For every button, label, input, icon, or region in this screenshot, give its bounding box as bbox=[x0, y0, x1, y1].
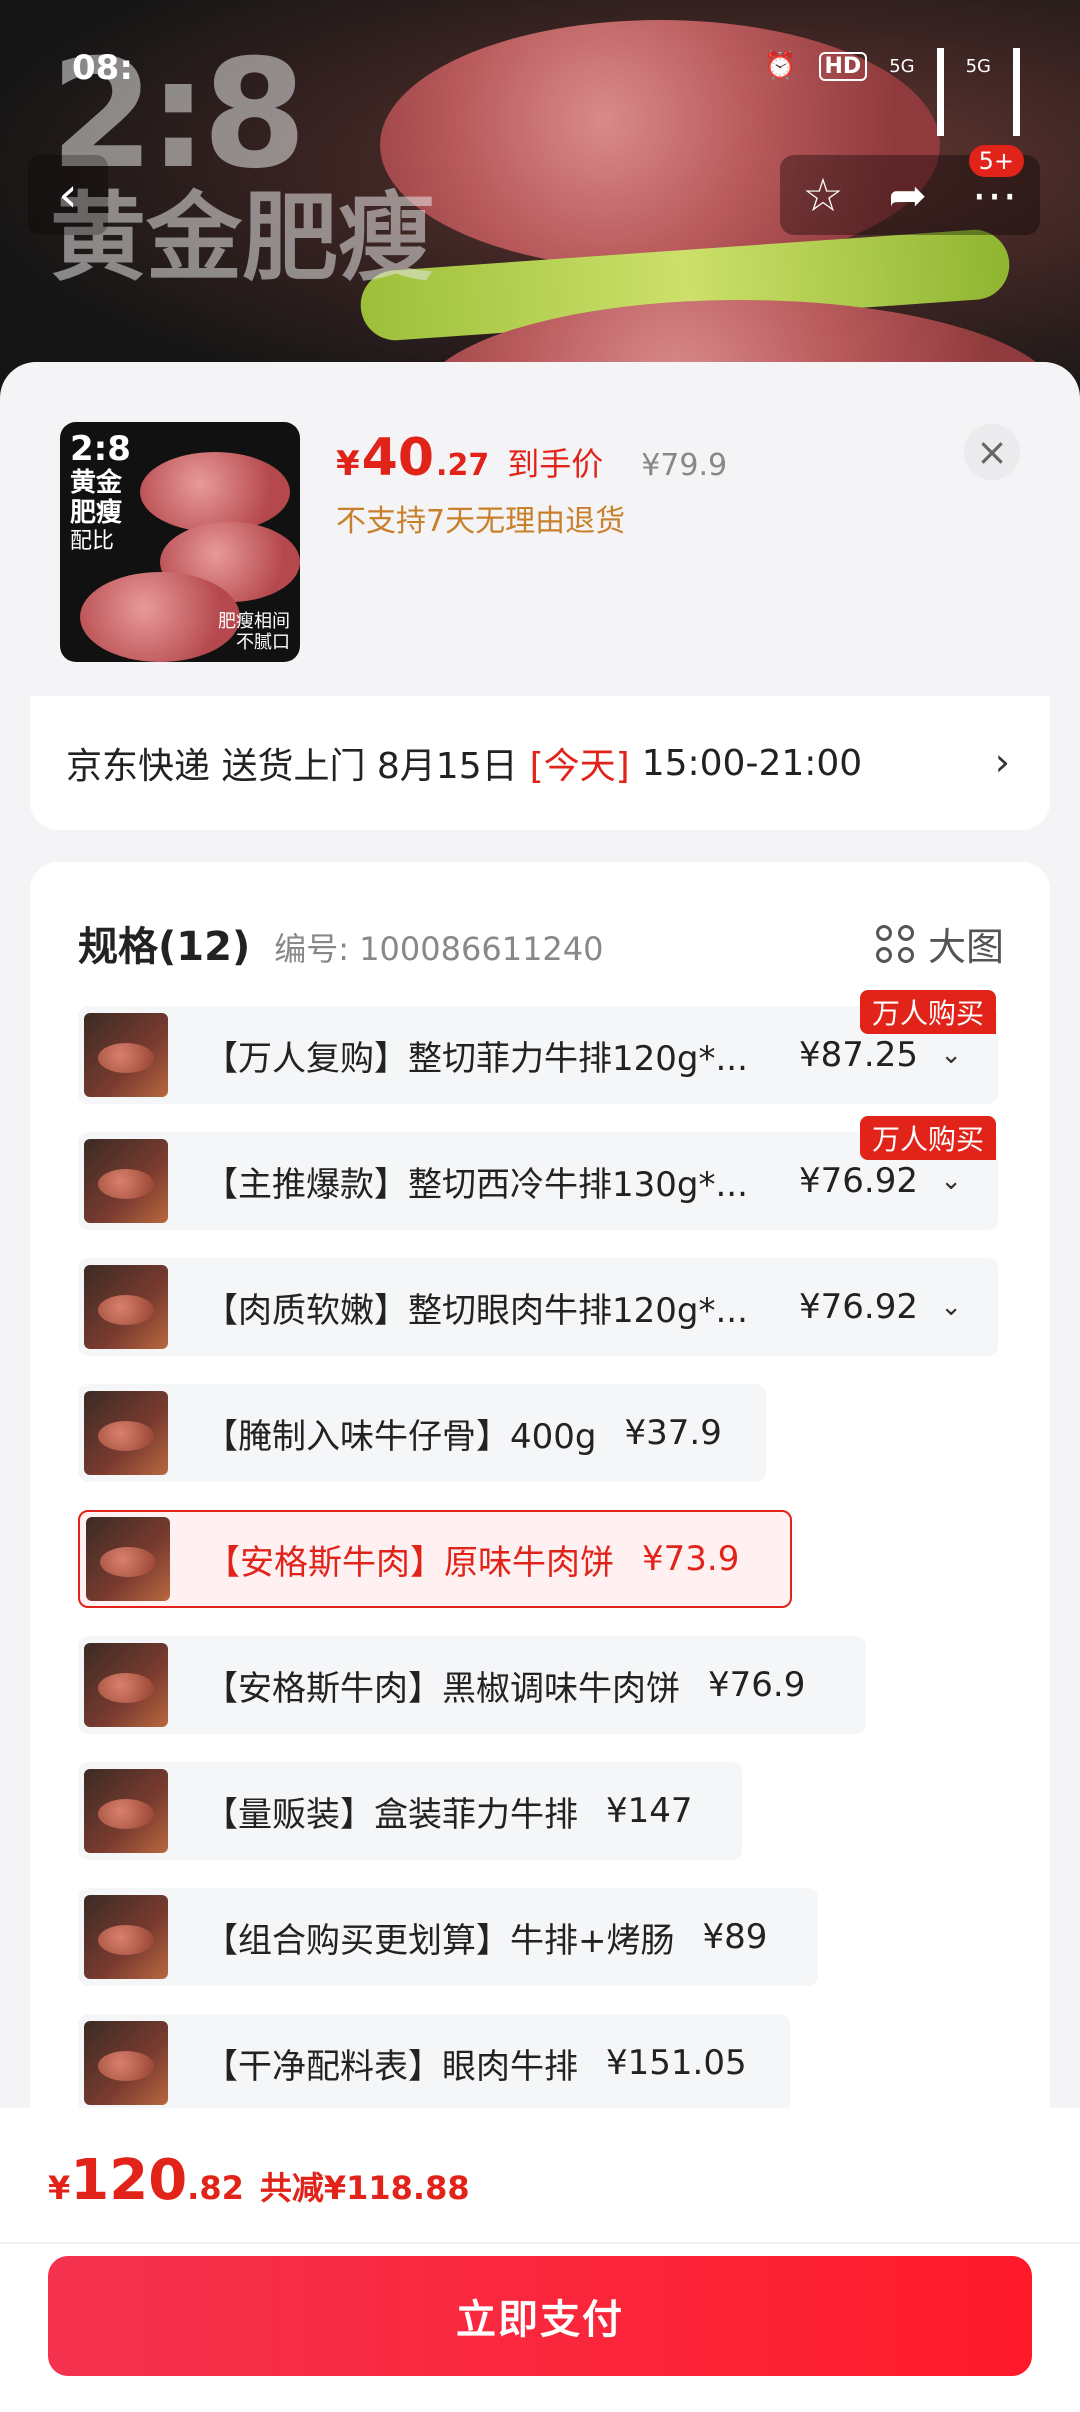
signal-icon bbox=[936, 48, 944, 136]
option-price: ¥73.9 bbox=[642, 1539, 740, 1579]
option-name: 【组合购买更划算】牛排+烤肠 bbox=[204, 1920, 675, 1961]
option-thumbnail bbox=[84, 1769, 168, 1853]
option-thumbnail bbox=[84, 1895, 168, 1979]
spec-option-selected[interactable]: 【安格斯牛肉】原味牛肉饼 ¥73.9 bbox=[78, 1510, 792, 1608]
thumb-line: 配比 bbox=[70, 528, 115, 554]
option-name: 【主推爆款】整切西冷牛排130g*... bbox=[204, 1164, 748, 1205]
divider bbox=[0, 2242, 1080, 2244]
total-saving: 共减¥118.88 bbox=[259, 2169, 470, 2207]
product-code: 编号: 100086611240 bbox=[274, 930, 604, 968]
message-badge: 5+ bbox=[968, 145, 1024, 177]
spec-panel: 规格(12) 编号: 100086611240 大图 【万人复购】整切菲力牛排1… bbox=[30, 862, 1050, 2262]
option-thumbnail bbox=[84, 1139, 168, 1223]
thumb-patty bbox=[80, 572, 240, 662]
signal-icon-2 bbox=[1013, 48, 1020, 136]
spec-option[interactable]: 【腌制入味牛仔骨】400g ¥37.9 bbox=[78, 1384, 766, 1482]
total-integer: 120 bbox=[70, 2148, 188, 2213]
thumb-ratio: 2:8 bbox=[70, 429, 131, 469]
delivery-today: [今天] bbox=[529, 746, 630, 787]
total-decimal: .82 bbox=[187, 2169, 244, 2207]
option-name: 【安格斯牛肉】黑椒调味牛肉饼 bbox=[204, 1668, 680, 1709]
big-view-label: 大图 bbox=[927, 925, 1004, 969]
chevron-down-icon[interactable]: ⌄ bbox=[940, 1166, 962, 1196]
thumb-patty bbox=[140, 452, 290, 532]
option-name: 【肉质软嫩】整切眼肉牛排120g*... bbox=[204, 1290, 748, 1331]
thumb-note-line: 肥瘦相间 bbox=[218, 610, 290, 632]
pay-now-button[interactable]: 立即支付 bbox=[48, 2256, 1032, 2376]
price-label: 到手价 bbox=[507, 445, 604, 483]
chevron-right-icon: › bbox=[994, 740, 1010, 784]
option-price: ¥87.25 bbox=[799, 1035, 918, 1075]
chevron-down-icon[interactable]: ⌄ bbox=[940, 1292, 962, 1322]
close-icon: × bbox=[976, 430, 1008, 474]
thumb-line: 黄金 bbox=[70, 468, 123, 499]
big-view-button[interactable]: 大图 bbox=[875, 916, 1004, 971]
popular-tag: 万人购买 bbox=[860, 990, 997, 1034]
price-symbol: ¥ bbox=[336, 444, 360, 484]
status-bar: 08: ⏰ HD 5G 5G bbox=[0, 40, 1080, 136]
favorite-star-icon[interactable]: ☆ bbox=[802, 168, 843, 222]
popular-tag: 万人购买 bbox=[860, 1116, 997, 1160]
option-thumbnail bbox=[84, 1391, 168, 1475]
thumb-overlay-text: 2:8 黄金 肥瘦 配比 bbox=[70, 429, 131, 554]
total-currency: ¥ bbox=[48, 2169, 71, 2207]
grid-icon bbox=[875, 924, 914, 963]
option-name: 【安格斯牛肉】原味牛肉饼 bbox=[206, 1542, 614, 1583]
option-thumbnail bbox=[84, 1265, 168, 1349]
network-5g-label-2: 5G bbox=[965, 55, 991, 77]
delivery-prefix: 京东快递 送货上门 8月15日 bbox=[66, 746, 518, 787]
alarm-icon: ⏰ bbox=[764, 51, 797, 81]
thumb-note-line: 不腻口 bbox=[236, 632, 290, 654]
delivery-window: 15:00-21:00 bbox=[641, 742, 863, 784]
spec-option[interactable]: 【量贩装】盒装菲力牛排 ¥147 bbox=[78, 1762, 742, 1860]
nav-actions: ☆ ➦ ⋯ 5+ bbox=[780, 145, 1040, 235]
product-thumbnail[interactable]: 2:8 黄金 肥瘦 配比 肥瘦相间 不腻口 bbox=[60, 422, 300, 662]
back-button[interactable]: ‹ bbox=[28, 155, 108, 235]
chevron-left-icon: ‹ bbox=[58, 167, 78, 223]
option-thumbnail bbox=[84, 1013, 168, 1097]
spec-title: 规格(12) bbox=[78, 924, 251, 970]
total-price: ¥ 120 .82 共减¥118.88 bbox=[48, 2148, 470, 2213]
price-decimal: .27 bbox=[436, 448, 490, 483]
top-nav: ‹ ☆ ➦ ⋯ 5+ bbox=[0, 145, 1080, 235]
checkout-bar: ¥ 120 .82 共减¥118.88 立即支付 bbox=[0, 2108, 1080, 2412]
return-policy-note: 不支持7天无理由退货 bbox=[336, 504, 626, 539]
sku-bottom-sheet: 2:8 黄金 肥瘦 配比 肥瘦相间 不腻口 ¥ 40 .27 到手价 ¥79.9… bbox=[0, 362, 1080, 2412]
option-name: 【量贩装】盒装菲力牛排 bbox=[204, 1794, 578, 1835]
thumb-line: 肥瘦 bbox=[70, 497, 123, 528]
option-thumbnail bbox=[86, 1517, 170, 1601]
delivery-info[interactable]: 京东快递 送货上门 8月15日 [今天] 15:00-21:00 › bbox=[30, 696, 1050, 830]
thumb-note: 肥瘦相间 不腻口 bbox=[218, 611, 290, 654]
spec-header: 规格(12) 编号: 100086611240 bbox=[78, 914, 604, 972]
option-price: ¥37.9 bbox=[624, 1413, 722, 1453]
product-summary: 2:8 黄金 肥瘦 配比 肥瘦相间 不腻口 ¥ 40 .27 到手价 ¥79.9… bbox=[0, 362, 1080, 692]
option-price: ¥76.9 bbox=[708, 1665, 806, 1705]
price-line: ¥ 40 .27 到手价 ¥79.9 bbox=[336, 428, 727, 488]
option-thumbnail bbox=[84, 2021, 168, 2105]
share-icon[interactable]: ➦ bbox=[888, 168, 927, 222]
close-button[interactable]: × bbox=[964, 424, 1020, 480]
option-name: 【腌制入味牛仔骨】400g bbox=[204, 1416, 597, 1457]
option-price: ¥76.92 bbox=[799, 1161, 918, 1201]
spec-option[interactable]: 【安格斯牛肉】黑椒调味牛肉饼 ¥76.9 bbox=[78, 1636, 866, 1734]
hd-icon: HD bbox=[818, 51, 868, 81]
network-5g-label: 5G bbox=[889, 55, 915, 77]
option-name: 【干净配料表】眼肉牛排 bbox=[204, 2046, 578, 2087]
option-price: ¥151.05 bbox=[606, 2043, 747, 2083]
option-price: ¥76.92 bbox=[799, 1287, 918, 1327]
option-thumbnail bbox=[84, 1643, 168, 1727]
spec-option[interactable]: 【干净配料表】眼肉牛排 ¥151.05 bbox=[78, 2014, 790, 2112]
option-name: 【万人复购】整切菲力牛排120g*... bbox=[204, 1038, 748, 1079]
chevron-down-icon[interactable]: ⌄ bbox=[940, 1040, 962, 1070]
option-price: ¥147 bbox=[606, 1791, 693, 1831]
status-time: 08: bbox=[72, 48, 133, 88]
original-price: ¥79.9 bbox=[641, 448, 728, 483]
option-price: ¥89 bbox=[702, 1917, 768, 1957]
spec-option[interactable]: 【组合购买更划算】牛排+烤肠 ¥89 bbox=[78, 1888, 818, 1986]
price-integer: 40 bbox=[361, 428, 435, 488]
spec-option[interactable]: 【肉质软嫩】整切眼肉牛排120g*... ¥76.92 ⌄ bbox=[78, 1258, 998, 1356]
